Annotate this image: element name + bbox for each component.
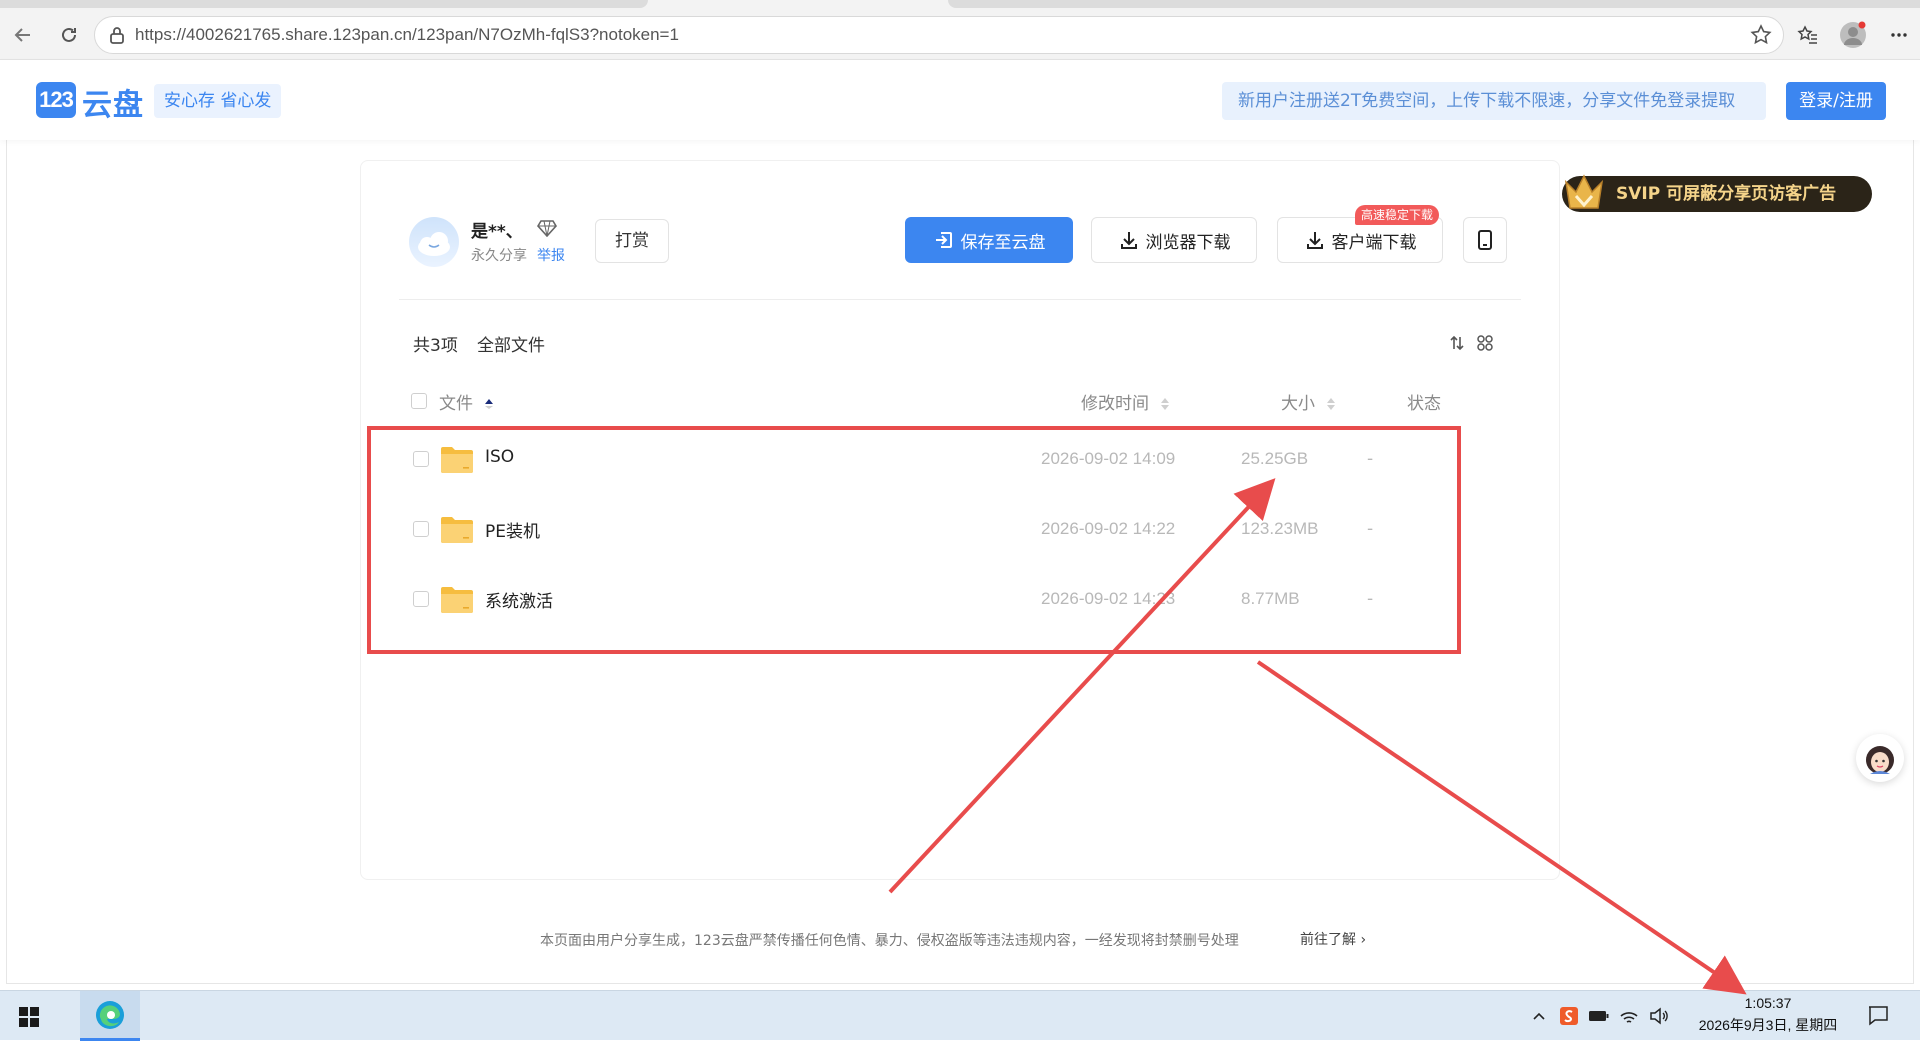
wifi-icon[interactable] bbox=[1618, 1005, 1640, 1027]
browser-toolbar: https://4002621765.share.123pan.cn/123pa… bbox=[0, 0, 1920, 60]
file-mtime: 2026-09-02 14:22 bbox=[1041, 519, 1176, 538]
file-mtime: 2026-09-02 14:09 bbox=[1041, 449, 1176, 468]
assistant-avatar-button[interactable] bbox=[1856, 734, 1904, 782]
tip-button[interactable]: 打赏 bbox=[595, 219, 669, 263]
profile-avatar-icon[interactable] bbox=[1838, 20, 1868, 50]
file-size: 123.23MB bbox=[1241, 519, 1319, 538]
file-status: - bbox=[1367, 519, 1374, 539]
address-bar[interactable]: https://4002621765.share.123pan.cn/123pa… bbox=[94, 16, 1784, 54]
lock-icon[interactable] bbox=[107, 25, 127, 49]
crown-icon bbox=[1560, 170, 1608, 220]
logo-text[interactable]: 云盘 bbox=[82, 80, 144, 124]
column-header-name[interactable]: 文件 bbox=[439, 389, 494, 414]
edge-browser-icon bbox=[96, 1000, 124, 1029]
sort-icon bbox=[1327, 398, 1336, 410]
windows-start-icon[interactable] bbox=[18, 1006, 40, 1032]
download-icon bbox=[1306, 232, 1323, 249]
footer-notice: 本页面由用户分享生成，123云盘严禁传播任何色情、暴力、侵权盗版等违法违规内容，… bbox=[540, 933, 1239, 949]
column-header-mtime[interactable]: 修改时间 bbox=[1081, 389, 1170, 414]
sharer-name: 是**、 bbox=[471, 222, 523, 242]
logo-badge[interactable]: 123 bbox=[36, 82, 76, 118]
reload-icon[interactable] bbox=[54, 20, 84, 50]
client-download-label: 客户端下载 bbox=[1331, 232, 1417, 253]
windows-taskbar: 1:05:37 2026年9月3日, 星期四 bbox=[0, 990, 1920, 1041]
select-all-checkbox[interactable] bbox=[411, 393, 427, 409]
file-mtime: 2026-09-02 14:23 bbox=[1041, 589, 1176, 608]
phone-icon bbox=[1478, 230, 1492, 250]
save-icon bbox=[935, 232, 952, 248]
promo-banner[interactable]: 新用户注册送2T免费空间，上传下载不限速，分享文件免登录提取 bbox=[1222, 82, 1766, 120]
mobile-qr-button[interactable] bbox=[1463, 217, 1507, 263]
sort-icon bbox=[1161, 398, 1170, 410]
folder-icon bbox=[439, 443, 475, 479]
column-header-name-label: 文件 bbox=[439, 394, 473, 414]
sogou-input-icon[interactable] bbox=[1558, 1005, 1580, 1027]
column-header-size[interactable]: 大小 bbox=[1281, 389, 1336, 414]
download-icon bbox=[1120, 232, 1137, 249]
sort-asc-icon bbox=[485, 399, 494, 409]
browser-tab-strip bbox=[948, 0, 1920, 8]
row-checkbox[interactable] bbox=[413, 521, 429, 537]
row-checkbox[interactable] bbox=[413, 451, 429, 467]
site-header: 123 云盘 安心存 省心发 新用户注册送2T免费空间，上传下载不限速，分享文件… bbox=[0, 60, 1920, 140]
svip-ad-banner[interactable]: SVIP 可屏蔽分享页访客广告 bbox=[1562, 176, 1872, 212]
sharer-avatar bbox=[409, 217, 459, 267]
column-header-size-label: 大小 bbox=[1281, 394, 1315, 414]
file-status: - bbox=[1367, 449, 1374, 469]
battery-icon[interactable] bbox=[1588, 1005, 1610, 1027]
row-checkbox[interactable] bbox=[413, 591, 429, 607]
volume-icon[interactable] bbox=[1648, 1005, 1670, 1027]
back-icon[interactable] bbox=[8, 20, 38, 50]
sort-icon[interactable] bbox=[1445, 331, 1469, 355]
divider bbox=[399, 299, 1521, 300]
file-size: 25.25GB bbox=[1241, 449, 1309, 468]
breadcrumb-all-files[interactable]: 全部文件 bbox=[477, 331, 545, 356]
browser-download-label: 浏览器下载 bbox=[1145, 232, 1231, 253]
chevron-up-icon[interactable] bbox=[1528, 1005, 1550, 1027]
favorite-star-icon[interactable] bbox=[1749, 23, 1773, 51]
login-register-button[interactable]: 登录/注册 bbox=[1786, 82, 1886, 120]
slogan-badge: 安心存 省心发 bbox=[154, 84, 282, 118]
save-to-cloud-label: 保存至云盘 bbox=[960, 232, 1046, 253]
url-text[interactable]: https://4002621765.share.123pan.cn/123pa… bbox=[135, 25, 679, 45]
file-status: - bbox=[1367, 589, 1374, 609]
more-menu-icon[interactable] bbox=[1884, 20, 1914, 50]
fast-download-badge: 高速稳定下载 bbox=[1355, 205, 1440, 225]
browser-tab[interactable] bbox=[0, 0, 648, 8]
table-row[interactable]: ISO 2026-09-02 14:09 25.25GB - bbox=[399, 431, 1521, 487]
file-name[interactable]: PE装机 bbox=[485, 517, 540, 542]
folder-icon bbox=[439, 513, 475, 549]
item-count: 共3项 bbox=[413, 336, 458, 356]
share-type-label: 永久分享 bbox=[471, 248, 527, 264]
browser-download-button[interactable]: 浏览器下载 bbox=[1091, 217, 1257, 263]
column-header-status: 状态 bbox=[1407, 394, 1441, 414]
notification-center-icon[interactable] bbox=[1866, 1003, 1890, 1031]
folder-icon bbox=[439, 583, 475, 619]
table-row[interactable]: 系统激活 2026-09-02 14:23 8.77MB - bbox=[399, 571, 1521, 627]
report-link[interactable]: 举报 bbox=[537, 245, 565, 265]
favorites-icon[interactable] bbox=[1793, 20, 1823, 50]
column-header-mtime-label: 修改时间 bbox=[1081, 394, 1149, 414]
edge-taskbar-button[interactable] bbox=[80, 991, 140, 1041]
footer-learn-more-link[interactable]: 前往了解 › bbox=[1300, 929, 1366, 949]
save-to-cloud-button[interactable]: 保存至云盘 bbox=[905, 217, 1073, 263]
taskbar-clock-date[interactable]: 2026年9月3日, 星期四 bbox=[1686, 1015, 1850, 1035]
file-name[interactable]: ISO bbox=[485, 447, 514, 467]
taskbar-clock-time[interactable]: 1:05:37 bbox=[1740, 995, 1796, 1011]
file-name[interactable]: 系统激活 bbox=[485, 587, 553, 612]
grid-view-icon[interactable] bbox=[1473, 331, 1497, 355]
diamond-icon bbox=[537, 219, 557, 241]
table-row[interactable]: PE装机 2026-09-02 14:22 123.23MB - bbox=[399, 501, 1521, 557]
share-card: 是**、 永久分享 举报 打赏 保存至云盘 浏览器下载 客户端下载 高速稳定下载… bbox=[360, 160, 1560, 880]
file-size: 8.77MB bbox=[1241, 589, 1300, 608]
